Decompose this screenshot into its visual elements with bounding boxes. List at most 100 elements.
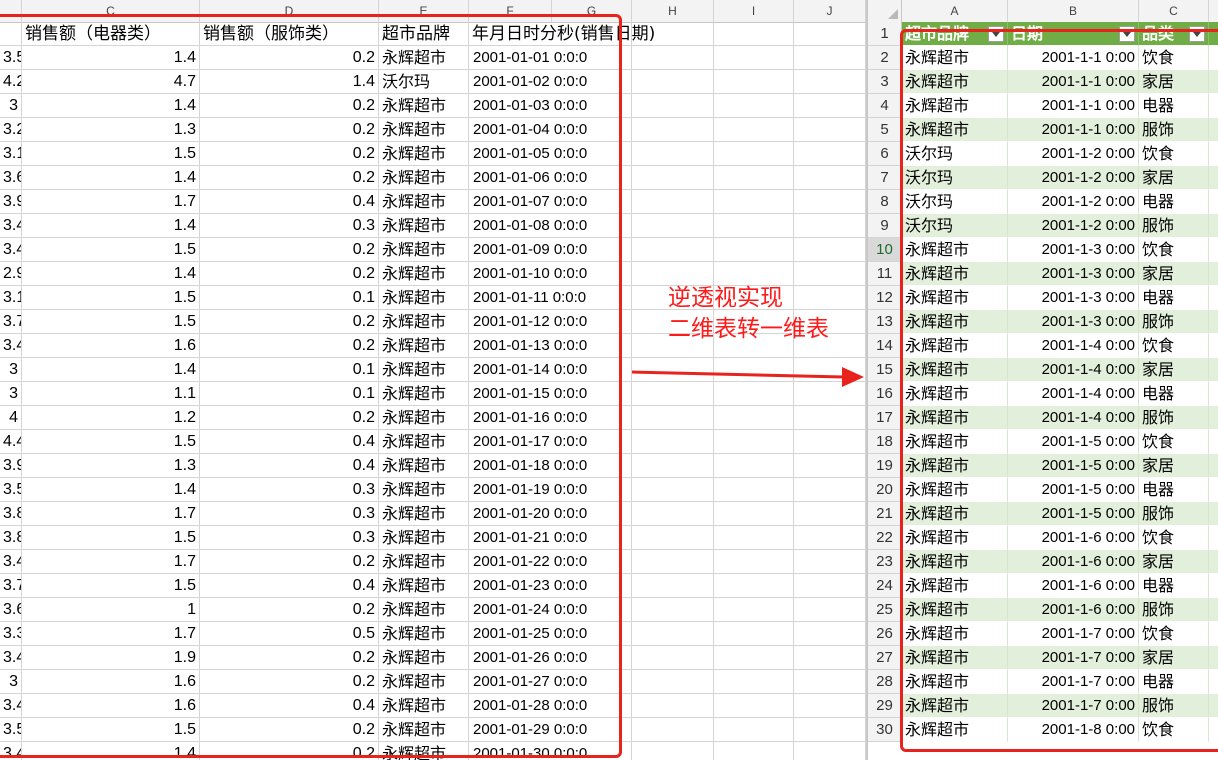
cell-g[interactable] bbox=[552, 190, 632, 214]
cell-b[interactable]: 2001-1-4 0:00 bbox=[1008, 406, 1139, 430]
cell-e[interactable]: 永辉超市 bbox=[379, 574, 469, 598]
cell-g[interactable] bbox=[552, 286, 632, 310]
cell-b[interactable]: 2001-1-5 0:00 bbox=[1008, 430, 1139, 454]
cell-e[interactable]: 永辉超市 bbox=[379, 550, 469, 574]
cell-a[interactable]: 永辉超市 bbox=[902, 334, 1008, 358]
cell-c[interactable]: 服饰 bbox=[1139, 310, 1209, 334]
row-header[interactable]: 29 bbox=[868, 694, 902, 718]
cell-i[interactable] bbox=[714, 550, 794, 574]
cell-c[interactable]: 服饰 bbox=[1139, 214, 1209, 238]
cell-h[interactable] bbox=[632, 70, 714, 94]
cell-j[interactable] bbox=[794, 550, 866, 574]
cell-b[interactable]: 3.7 bbox=[0, 574, 22, 598]
cell-i[interactable] bbox=[714, 22, 794, 46]
cell-c[interactable]: 服饰 bbox=[1139, 694, 1209, 718]
cell-a[interactable]: 永辉超市 bbox=[902, 478, 1008, 502]
cell-i[interactable] bbox=[714, 670, 794, 694]
cell-f[interactable]: 2001-01-04 0:0:0 bbox=[469, 118, 587, 142]
cell-d[interactable] bbox=[1209, 214, 1218, 238]
cell-h[interactable] bbox=[632, 430, 714, 454]
cell-b[interactable] bbox=[0, 22, 22, 46]
cell-h[interactable] bbox=[632, 598, 714, 622]
cell-a[interactable]: 永辉超市 bbox=[902, 430, 1008, 454]
cell-f[interactable]: 2001-01-06 0:0:0 bbox=[469, 166, 587, 190]
cell-e[interactable]: 永辉超市 bbox=[379, 502, 469, 526]
cell-f[interactable]: 2001-01-11 0:0:0 bbox=[469, 286, 586, 310]
cell-c[interactable]: 电器 bbox=[1139, 190, 1209, 214]
cell-e[interactable]: 永辉超市 bbox=[379, 646, 469, 670]
cell-h[interactable] bbox=[632, 742, 714, 760]
cell-i[interactable] bbox=[714, 190, 794, 214]
cell-g[interactable] bbox=[552, 598, 632, 622]
cell-h[interactable] bbox=[632, 22, 714, 46]
cell-a[interactable]: 永辉超市 bbox=[902, 286, 1008, 310]
cell-c[interactable]: 1.2 bbox=[22, 406, 200, 430]
cell-h[interactable] bbox=[632, 118, 714, 142]
cell-b[interactable]: 3.4 bbox=[0, 214, 22, 238]
cell-b[interactable]: 2001-1-4 0:00 bbox=[1008, 382, 1139, 406]
cell-d[interactable] bbox=[1209, 70, 1218, 94]
cell-d[interactable] bbox=[1209, 526, 1218, 550]
cell-g[interactable] bbox=[552, 430, 632, 454]
cell-g[interactable] bbox=[552, 70, 632, 94]
cell-c[interactable]: 1.4 bbox=[22, 214, 200, 238]
cell-a[interactable]: 沃尔玛 bbox=[902, 166, 1008, 190]
cell-c[interactable]: 1.4 bbox=[22, 742, 200, 760]
cell-i[interactable] bbox=[714, 142, 794, 166]
cell-f[interactable]: 2001-01-27 0:0:0 bbox=[469, 670, 587, 694]
cell-d[interactable] bbox=[1209, 94, 1218, 118]
cell-f[interactable]: 2001-01-08 0:0:0 bbox=[469, 214, 587, 238]
cell-i[interactable] bbox=[714, 502, 794, 526]
cell-g[interactable] bbox=[552, 46, 632, 70]
cell-f[interactable]: 2001-01-01 0:0:0 bbox=[469, 46, 587, 70]
cell-j[interactable] bbox=[794, 190, 866, 214]
cell-h[interactable] bbox=[632, 214, 714, 238]
cell-e[interactable]: 永辉超市 bbox=[379, 310, 469, 334]
cell-b[interactable]: 2001-1-2 0:00 bbox=[1008, 190, 1139, 214]
cell-e[interactable]: 永辉超市 bbox=[379, 694, 469, 718]
cell-g[interactable] bbox=[552, 574, 632, 598]
cell-d[interactable]: 0.5 bbox=[200, 622, 379, 646]
column-header-d[interactable]: D bbox=[200, 0, 379, 22]
cell-b[interactable]: 3 bbox=[0, 358, 22, 382]
cell-h[interactable] bbox=[632, 142, 714, 166]
cell-f[interactable]: 2001-01-05 0:0:0 bbox=[469, 142, 587, 166]
cell-e[interactable]: 永辉超市 bbox=[379, 382, 469, 406]
cell-c[interactable]: 1.4 bbox=[22, 46, 200, 70]
cell-g[interactable] bbox=[552, 382, 632, 406]
cell-g[interactable] bbox=[552, 478, 632, 502]
cell-b[interactable]: 2001-1-6 0:00 bbox=[1008, 574, 1139, 598]
cell-d[interactable]: 0.4 bbox=[200, 574, 379, 598]
cell-g[interactable] bbox=[552, 526, 632, 550]
column-header-a[interactable]: A bbox=[902, 0, 1008, 22]
cell-j[interactable] bbox=[794, 94, 866, 118]
cell-e[interactable]: 永辉超市 bbox=[379, 430, 469, 454]
cell-b[interactable]: 3.1 bbox=[0, 286, 22, 310]
cell-j[interactable] bbox=[794, 166, 866, 190]
cell-g[interactable] bbox=[552, 22, 632, 46]
row-header[interactable]: 12 bbox=[868, 286, 902, 310]
cell-g[interactable] bbox=[552, 502, 632, 526]
cell-d[interactable] bbox=[1209, 166, 1218, 190]
cell-d[interactable] bbox=[1209, 718, 1218, 742]
row-header[interactable]: 6 bbox=[868, 142, 902, 166]
cell-b[interactable]: 3.8 bbox=[0, 502, 22, 526]
cell-b[interactable]: 2001-1-3 0:00 bbox=[1008, 286, 1139, 310]
cell-g[interactable] bbox=[552, 718, 632, 742]
cell-h[interactable] bbox=[632, 166, 714, 190]
cell-d[interactable]: 0.2 bbox=[200, 718, 379, 742]
cell-i[interactable] bbox=[714, 214, 794, 238]
cell-e[interactable]: 永辉超市 bbox=[379, 742, 469, 760]
cell-e[interactable]: 永辉超市 bbox=[379, 142, 469, 166]
cell-c[interactable]: 服饰 bbox=[1139, 406, 1209, 430]
cell-b[interactable]: 2001-1-7 0:00 bbox=[1008, 622, 1139, 646]
cell-i[interactable] bbox=[714, 238, 794, 262]
cell-d[interactable] bbox=[1209, 382, 1218, 406]
cell-i[interactable] bbox=[714, 742, 794, 760]
cell-c[interactable]: 服饰 bbox=[1139, 502, 1209, 526]
cell-c[interactable]: 服饰 bbox=[1139, 598, 1209, 622]
cell-h[interactable] bbox=[632, 622, 714, 646]
cell-h[interactable] bbox=[632, 526, 714, 550]
cell-i[interactable] bbox=[714, 46, 794, 70]
cell-i[interactable] bbox=[714, 694, 794, 718]
